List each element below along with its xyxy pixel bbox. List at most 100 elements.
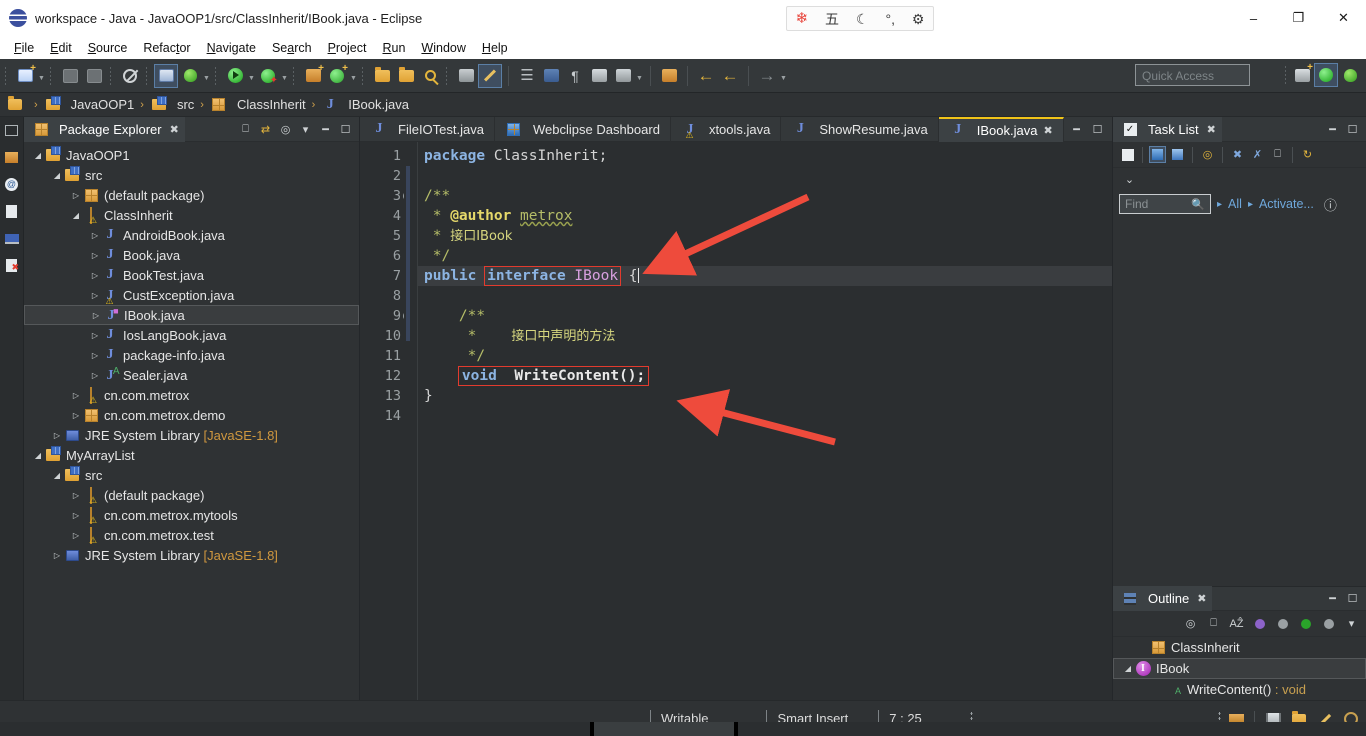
open-resource-icon[interactable]	[394, 64, 418, 88]
tree-item[interactable]: ▷ JRE System Library [JavaSE-1.8]	[24, 425, 359, 445]
run-dropdown[interactable]: ▼	[247, 65, 256, 87]
console-icon[interactable]	[2, 229, 21, 248]
main-toolbar[interactable]: + ▼ ▼ ▼ ✦ ▼ + + ▼ ☰ ¶ ▼ ← ← → ▼ Quick Ac…	[0, 59, 1366, 93]
save-all-icon[interactable]	[82, 64, 106, 88]
outline-toolbar[interactable]: ◎ ⎕ AẐ ▾	[1113, 611, 1366, 637]
breadcrumb-item-javaoop1[interactable]: JavaOOP1	[44, 96, 134, 112]
tree-twisty-icon[interactable]: ◢	[32, 151, 44, 160]
toolbar-drag-handle-4[interactable]	[145, 65, 149, 86]
next-annotation-icon[interactable]: ☰	[515, 64, 539, 88]
tree-twisty-icon[interactable]: ▷	[70, 391, 82, 400]
tree-item[interactable]: ◢ src	[24, 465, 359, 485]
menu-item-edit[interactable]: Edit	[42, 39, 80, 57]
focus-icon[interactable]: ◎	[1182, 615, 1199, 632]
code-line[interactable]: * 接口IBook	[418, 226, 1112, 246]
toggle-dropdown[interactable]: ▼	[635, 65, 644, 87]
close-icon[interactable]: ✖	[1043, 124, 1052, 137]
tree-twisty-icon[interactable]: ▷	[70, 531, 82, 540]
javadoc-icon[interactable]: @	[2, 175, 21, 194]
schedule-icon[interactable]	[1169, 146, 1186, 163]
collapse-all-icon[interactable]: ⎕	[237, 121, 254, 138]
tree-twisty-icon[interactable]: ▷	[89, 371, 101, 380]
tree-item-selected[interactable]: ▷ J ■ IBook.java	[24, 305, 359, 325]
maximize-icon[interactable]: ☐	[337, 121, 354, 138]
debug-dropdown[interactable]: ▼	[202, 65, 211, 87]
task-find-row[interactable]: Find 🔍 ▸ All ▸ Activate... ⓘ	[1113, 190, 1366, 218]
minimize-icon[interactable]: ━	[1324, 590, 1341, 607]
debug-bug-icon[interactable]	[178, 64, 202, 88]
tree-twisty-icon[interactable]: ▷	[90, 311, 102, 320]
tree-item[interactable]: ▷ ⚠ cn.com.metrox	[24, 385, 359, 405]
tree-twisty-icon[interactable]: ▷	[51, 431, 63, 440]
menu-item-search[interactable]: Search	[264, 39, 320, 57]
tree-twisty-icon[interactable]: ◢	[51, 171, 63, 180]
search-icon[interactable]	[418, 64, 442, 88]
ime-toolbar[interactable]: ❄ 五 ☾ °, ⚙	[786, 6, 934, 31]
forward-nav-dropdown[interactable]: ▼	[779, 65, 788, 87]
last-edit-location-icon[interactable]	[454, 64, 478, 88]
restore-perspective-icon[interactable]	[2, 121, 21, 140]
package-explorer-tree[interactable]: ◢ JavaOOP1 ◢ src ▷ (default package) ◢ ⚠ ClassIn…	[24, 142, 359, 700]
minimize-icon[interactable]: ━	[1068, 121, 1085, 138]
menu-item-navigate[interactable]: Navigate	[199, 39, 264, 57]
hide-static-icon[interactable]	[1274, 615, 1291, 632]
filter-icon[interactable]: ✗	[1249, 146, 1266, 163]
breadcrumb-item-classinherit[interactable]: ClassInherit	[210, 97, 306, 112]
previous-annotation-icon[interactable]	[539, 64, 563, 88]
tree-item[interactable]: ▷ ⚠ cn.com.metrox.test	[24, 525, 359, 545]
menu-item-project[interactable]: Project	[320, 39, 375, 57]
code-line[interactable]	[418, 166, 1112, 186]
perspective-debug-icon[interactable]	[1338, 63, 1362, 87]
tree-item[interactable]: ◢ src	[24, 165, 359, 185]
new-class-icon[interactable]: +	[325, 63, 349, 88]
search-icon[interactable]: 🔍	[1191, 198, 1205, 211]
back-icon[interactable]: ←	[694, 64, 718, 88]
code-line[interactable]	[418, 286, 1112, 306]
task-list-toolbar[interactable]: ◎ ✖ ✗ ⎕ ↻	[1113, 142, 1366, 168]
hide-local-icon[interactable]	[1320, 615, 1337, 632]
tree-twisty-icon[interactable]: ▷	[89, 271, 101, 280]
tree-twisty-icon[interactable]: ▷	[70, 491, 82, 500]
open-perspective-icon[interactable]: +	[1290, 63, 1314, 87]
new-task-icon[interactable]	[1119, 146, 1136, 163]
tree-item[interactable]: ▷ ⚠ cn.com.metrox.mytools	[24, 505, 359, 525]
coverage-icon[interactable]: ✦	[256, 64, 280, 88]
tree-item[interactable]: ▷ J Book.java	[24, 245, 359, 265]
tree-item[interactable]: ▷ J IosLangBook.java	[24, 325, 359, 345]
coverage-dropdown[interactable]: ▼	[280, 65, 289, 87]
code-line[interactable]: }	[418, 386, 1112, 406]
problems-icon[interactable]: ✖	[2, 256, 21, 275]
toggle-mark-occurrences-icon[interactable]	[587, 64, 611, 88]
tree-twisty-icon[interactable]: ▷	[70, 191, 82, 200]
new-wizard-icon[interactable]: +	[13, 63, 37, 88]
tree-twisty-icon[interactable]: ▷	[89, 351, 101, 360]
editor-tab-showresume-java[interactable]: J ShowResume.java	[781, 116, 939, 142]
breadcrumb-root-icon[interactable]	[6, 96, 24, 110]
perspective-drag-handle[interactable]	[1284, 65, 1288, 85]
maximize-icon[interactable]: ☐	[1089, 121, 1106, 138]
forward-nav-icon[interactable]: →	[755, 64, 779, 88]
toolbar-drag-handle-3[interactable]	[109, 65, 113, 86]
toolbar-drag-handle-6[interactable]	[292, 65, 296, 86]
editor-tab-xtools-java[interactable]: J ⚠ xtools.java	[671, 116, 782, 142]
close-button[interactable]: ✕	[1321, 0, 1366, 36]
close-icon[interactable]: ✖	[1197, 592, 1206, 605]
new-java-project-icon[interactable]: +	[301, 63, 325, 88]
tree-twisty-icon[interactable]: ◢	[70, 211, 82, 220]
maximize-button[interactable]: ❐	[1276, 0, 1321, 36]
synchronize-icon[interactable]: ↻	[1299, 146, 1316, 163]
activate-chevron-icon[interactable]: ▸	[1248, 199, 1253, 210]
view-menu-icon[interactable]: ▾	[1343, 615, 1360, 632]
tree-item[interactable]: ▷ (default package)	[24, 185, 359, 205]
task-list-tab[interactable]: ✓ Task List ✖	[1113, 116, 1222, 142]
tree-twisty-icon[interactable]: ▷	[89, 291, 101, 300]
task-list-panel-tools[interactable]: ━ ☐	[1324, 121, 1366, 138]
pilcrow-icon[interactable]: ¶	[563, 64, 587, 88]
editor-tab-fileiotest-java[interactable]: J FileIOTest.java	[360, 116, 495, 142]
menu-item-file[interactable]: File	[6, 39, 42, 57]
breadcrumb-item-ibook-java[interactable]: J IBook.java	[321, 97, 409, 113]
no-entry-icon[interactable]	[118, 64, 142, 88]
tree-twisty-icon[interactable]: ▷	[70, 511, 82, 520]
external-tools-icon[interactable]	[154, 63, 178, 88]
maximize-icon[interactable]: ☐	[1344, 121, 1361, 138]
